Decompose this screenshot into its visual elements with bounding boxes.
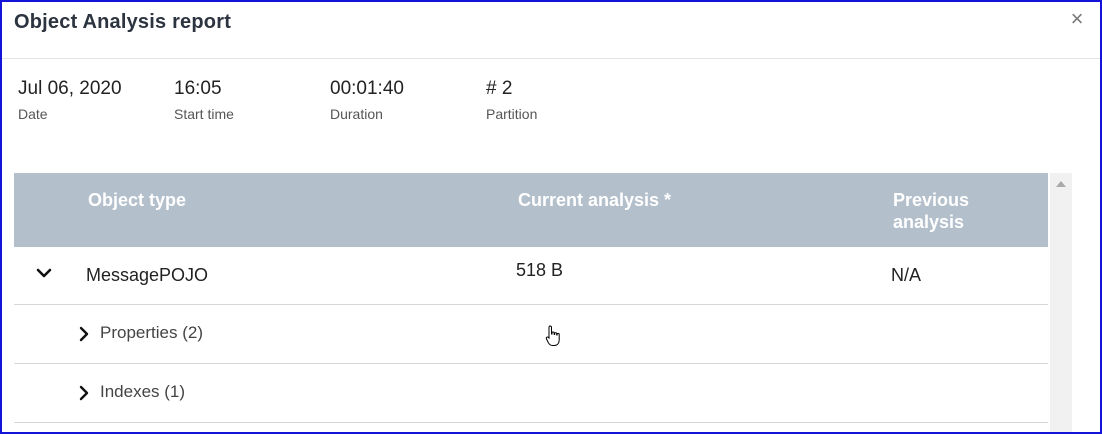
previous-analysis-cell: N/A — [891, 265, 922, 285]
stat-start-time: 16:05 Start time — [174, 78, 234, 122]
stat-duration-label: Duration — [330, 106, 383, 122]
sub-row-label: Properties (2) — [100, 323, 203, 342]
table-scrollbar[interactable] — [1050, 173, 1072, 432]
table-header: Object type Current analysis * Previous … — [14, 173, 1048, 247]
close-icon[interactable]: × — [1066, 8, 1088, 30]
chevron-right-icon[interactable] — [79, 326, 89, 342]
dialog-title: Object Analysis report — [14, 11, 232, 33]
stat-start-time-value: 16:05 — [174, 78, 222, 99]
stat-date-value: Jul 06, 2020 — [18, 78, 122, 99]
chevron-down-icon[interactable] — [36, 267, 52, 279]
object-analysis-dialog: Object Analysis report × Jul 06, 2020 Da… — [0, 0, 1102, 434]
sub-row-label: Indexes (1) — [100, 382, 186, 401]
header-previous-line2: analysis — [893, 212, 965, 232]
stat-partition-label: Partition — [486, 106, 538, 122]
header-object-type[interactable]: Object type — [88, 189, 186, 211]
analysis-table: Object type Current analysis * Previous … — [14, 173, 1048, 432]
header-previous-analysis[interactable]: Previous analysis — [893, 189, 969, 233]
current-analysis-cell: 518 B — [516, 260, 564, 280]
stat-start-time-label: Start time — [174, 106, 234, 122]
stat-date-label: Date — [18, 106, 48, 122]
object-type-cell: MessagePOJO — [86, 265, 209, 285]
stat-date: Jul 06, 2020 Date — [18, 78, 122, 122]
stat-duration: 00:01:40 Duration — [330, 78, 404, 122]
hand-cursor-icon — [545, 325, 560, 346]
scroll-up-arrow-icon[interactable] — [1056, 181, 1066, 187]
header-current-analysis[interactable]: Current analysis * — [518, 189, 671, 211]
stat-duration-value: 00:01:40 — [330, 78, 404, 99]
table-row[interactable]: MessagePOJO 518 B N/A — [14, 247, 1048, 305]
header-previous-line1: Previous — [893, 190, 970, 210]
dialog-header: Object Analysis report × — [2, 2, 1100, 59]
stat-partition: # 2 Partition — [486, 78, 537, 122]
sub-row-indexes[interactable]: Indexes (1) — [14, 364, 1048, 423]
chevron-right-icon[interactable] — [79, 385, 89, 401]
sub-row-properties[interactable]: Properties (2) — [14, 305, 1048, 364]
stat-partition-value: # 2 — [486, 78, 513, 99]
